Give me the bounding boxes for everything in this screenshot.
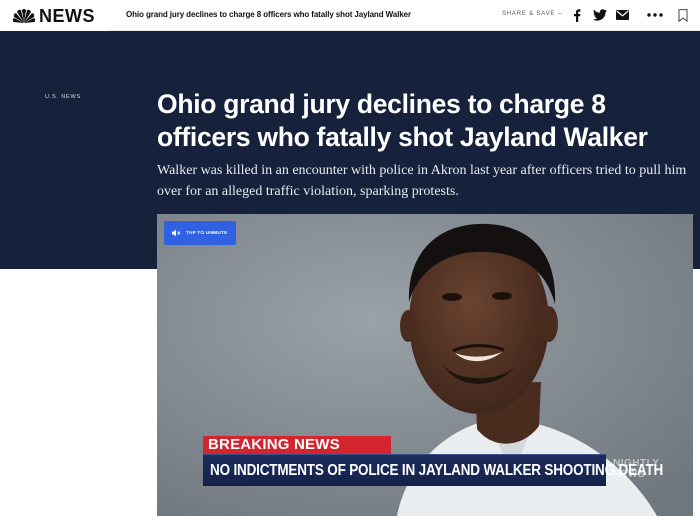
share-save-dropdown[interactable]: SHARE & SAVE –	[502, 11, 562, 17]
speaker-muted-icon	[172, 229, 181, 237]
share-save-label: SHARE & SAVE	[502, 11, 556, 17]
breaking-news-tag: BREAKING NEWS	[203, 436, 391, 454]
peacock-logo-icon	[13, 8, 35, 23]
video-player[interactable]: TAP TO UNMUTE BREAKING NEWS NO INDICTMEN…	[157, 214, 693, 516]
section-label[interactable]: U.S. NEWS	[45, 94, 81, 100]
chyron-text: NO INDICTMENTS OF POLICE IN JAYLAND WALK…	[210, 461, 664, 479]
logo-wordmark: NEWS	[39, 5, 95, 26]
unmute-label: TAP TO UNMUTE	[186, 230, 228, 236]
chyron-strip: NO INDICTMENTS OF POLICE IN JAYLAND WALK…	[203, 454, 663, 486]
nightly-news-watermark: NIGHTLY NEWS	[613, 458, 660, 480]
breaking-news-label: BREAKING NEWS	[208, 436, 340, 453]
share-save-chevron: –	[558, 11, 563, 17]
twitter-icon[interactable]	[592, 7, 608, 23]
mail-icon[interactable]	[615, 7, 629, 23]
article-dek: Walker was killed in an encounter with p…	[157, 163, 687, 199]
facebook-icon[interactable]	[571, 7, 583, 23]
article-headline: Ohio grand jury declines to charge 8 off…	[157, 89, 648, 152]
top-nav-bar: NEWS Ohio grand jury declines to charge …	[0, 0, 700, 31]
nav-article-title: Ohio grand jury declines to charge 8 off…	[126, 10, 411, 19]
nbc-news-logo[interactable]: NEWS	[0, 0, 109, 31]
more-icon[interactable]	[646, 7, 664, 23]
tap-to-unmute-button[interactable]: TAP TO UNMUTE	[164, 221, 236, 245]
bookmark-icon[interactable]	[677, 7, 689, 23]
